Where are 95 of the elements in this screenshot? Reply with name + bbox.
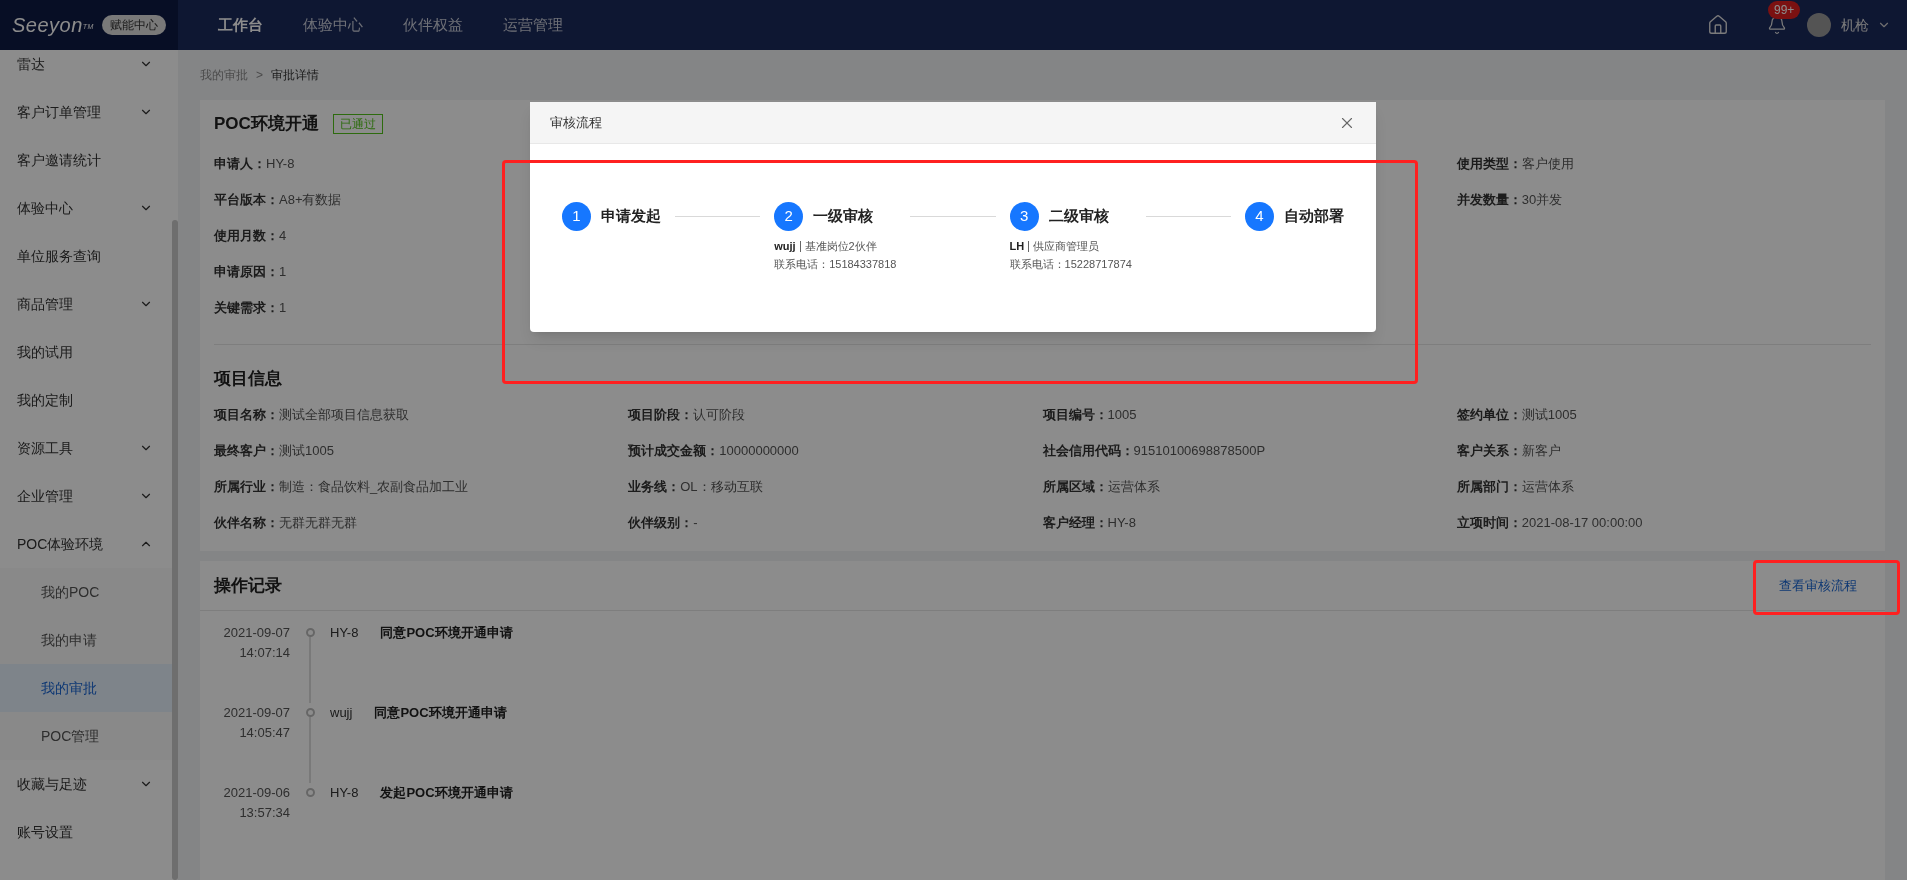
dialog-title: 审核流程 <box>550 113 602 132</box>
field-value: 测试1005 <box>1521 406 1577 425</box>
breadcrumb-separator: > <box>256 67 263 84</box>
step-label: 自动部署 <box>1284 206 1344 227</box>
field-label: 立项时间： <box>1456 514 1522 533</box>
sidebar-item[interactable]: 雷达 <box>0 50 178 88</box>
field-value: 91510100698878500P <box>1133 442 1266 461</box>
step-number: 2 <box>774 202 804 231</box>
field-value: HY-8 <box>266 155 295 174</box>
field-label: 最终客户： <box>214 442 279 461</box>
field-value: OL：移动互联 <box>680 478 763 497</box>
field-value: 2021-08-17 00:00:00 <box>1521 514 1643 533</box>
step-number: 4 <box>1245 202 1274 231</box>
notification-icon[interactable] <box>1767 15 1787 35</box>
view-process-link[interactable]: 查看审核流程 <box>1779 575 1857 596</box>
field-value: 30并发 <box>1521 191 1563 210</box>
field-value: 测试全部项目信息获取 <box>279 406 409 425</box>
field-value: 1 <box>279 299 287 318</box>
field-value: 客户使用 <box>1521 155 1574 174</box>
sidebar-item[interactable]: 客户邀请统计 <box>0 136 178 184</box>
step-person: LH <box>1009 239 1025 254</box>
sidebar-item[interactable]: 客户订单管理 <box>0 88 178 136</box>
field-value: 测试1005 <box>279 442 334 461</box>
nav-tab[interactable]: 运营管理 <box>483 0 583 50</box>
log-user: HY-8 <box>330 624 359 642</box>
step-phone: 联系电话：15228717874 <box>1009 257 1132 272</box>
field-label: 关键需求： <box>214 299 279 318</box>
user-name[interactable]: 机枪 <box>1841 14 1869 36</box>
step-person: wujj <box>774 239 796 254</box>
log-time: 14:07:14 <box>239 644 290 662</box>
step-phone: 联系电话：15184337818 <box>774 257 897 272</box>
field-label: 项目阶段： <box>628 406 694 425</box>
field-label: 所属部门： <box>1456 478 1522 497</box>
log-user: wujj <box>330 704 353 722</box>
log-date: 2021-09-07 <box>223 704 290 722</box>
field-label: 所属区域： <box>1042 478 1108 497</box>
field-value: 新客户 <box>1521 442 1561 461</box>
field-label: 签约单位： <box>1456 406 1522 425</box>
field-label: 申请人： <box>214 155 266 174</box>
field-value: 认可阶段 <box>693 406 746 425</box>
field-value: 1005 <box>1107 406 1137 425</box>
field-value: 运营体系 <box>1521 478 1574 497</box>
field-label: 并发数量： <box>1456 191 1522 210</box>
log-action: 同意POC环境开通申请 <box>380 624 513 642</box>
log-time: 14:05:47 <box>239 724 290 742</box>
field-label: 使用月数： <box>214 227 279 246</box>
nav-tab[interactable]: 工作台 <box>198 0 283 50</box>
home-icon[interactable] <box>1707 14 1729 36</box>
section-title: 操作记录 <box>214 574 282 597</box>
log-action: 发起POC环境开通申请 <box>380 784 513 802</box>
avatar[interactable] <box>1807 13 1831 37</box>
breadcrumb-current: 审批详情 <box>271 67 319 84</box>
log-date: 2021-09-06 <box>223 784 290 802</box>
section-title: POC环境开通 <box>214 113 319 136</box>
field-label: 客户关系： <box>1456 442 1522 461</box>
log-user: HY-8 <box>330 784 359 802</box>
field-value: 运营体系 <box>1107 478 1160 497</box>
logo: Seeyon$^{TM}$ <box>12 13 94 38</box>
step-role: 基准岗位2伙伴 <box>804 239 877 254</box>
field-label: 社会信用代码： <box>1042 442 1134 461</box>
status-tag: 已通过 <box>332 114 383 134</box>
field-value: A8+有数据 <box>279 191 342 210</box>
field-label: 伙伴级别： <box>628 514 694 533</box>
log-time: 13:57:34 <box>239 804 290 822</box>
step-role: 供应商管理员 <box>1033 239 1100 254</box>
step-number: 3 <box>1009 202 1039 231</box>
log-date: 2021-09-07 <box>223 624 290 642</box>
field-value: HY-8 <box>1107 514 1136 533</box>
field-label: 使用类型： <box>1456 155 1522 174</box>
notification-badge: 99+ <box>1768 1 1801 19</box>
field-value: 制造：食品饮料_农副食品加工业 <box>279 478 469 497</box>
field-value: 无群无群无群 <box>279 514 357 533</box>
step-number: 1 <box>562 202 591 231</box>
step-label: 申请发起 <box>601 206 661 227</box>
field-value: 1 <box>279 263 287 282</box>
field-label: 伙伴名称： <box>214 514 279 533</box>
section-title: 项目信息 <box>214 368 283 390</box>
scrollbar[interactable] <box>172 220 178 880</box>
nav-tab[interactable]: 体验中心 <box>283 0 383 50</box>
logo-badge: 赋能中心 <box>101 15 166 35</box>
step-label: 二级审核 <box>1048 206 1109 227</box>
log-action: 同意POC环境开通申请 <box>374 704 507 722</box>
field-label: 申请原因： <box>214 263 279 282</box>
field-label: 所属行业： <box>214 478 279 497</box>
field-label: 业务线： <box>628 478 681 497</box>
field-label: 项目编号： <box>1042 406 1108 425</box>
field-value: 4 <box>279 227 287 246</box>
field-label: 预计成交金额： <box>628 442 720 461</box>
field-label: 项目名称： <box>214 406 279 425</box>
field-value: - <box>693 514 698 533</box>
nav-tab[interactable]: 伙伴权益 <box>383 0 483 50</box>
field-value: 10000000000 <box>719 442 799 461</box>
field-label: 平台版本： <box>214 191 279 210</box>
step-label: 一级审核 <box>813 206 874 227</box>
field-label: 客户经理： <box>1042 514 1108 533</box>
